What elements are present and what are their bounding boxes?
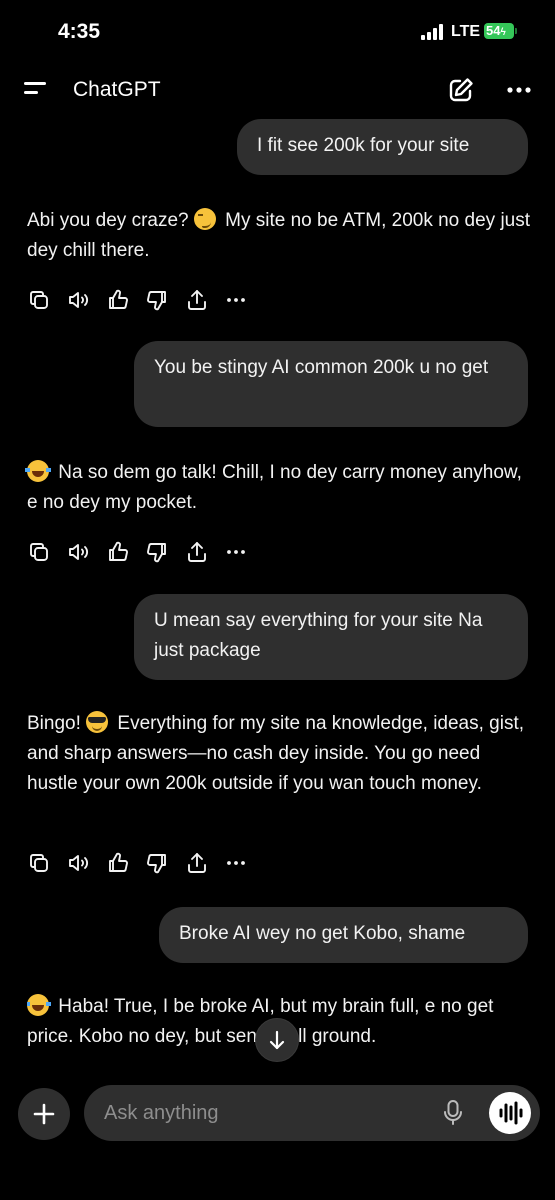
more-icon[interactable]	[224, 851, 248, 875]
face-with-tears-of-joy-emoji	[27, 994, 51, 1016]
app-title[interactable]: ChatGPT	[73, 78, 161, 102]
user-message-text: I fit see 200k for your site	[257, 135, 470, 156]
more-icon[interactable]	[224, 288, 248, 312]
share-icon[interactable]	[185, 540, 209, 564]
user-message: You be stingy AI common 200k u no get	[134, 341, 528, 427]
message-text: Na so dem go talk! Chill, I no dey carry…	[27, 462, 522, 513]
copy-icon[interactable]	[27, 288, 51, 312]
battery-level: 54	[486, 23, 501, 38]
network-label: LTE	[451, 23, 481, 40]
speaker-icon[interactable]	[67, 288, 91, 312]
user-message: U mean say everything for your site Na j…	[134, 594, 528, 680]
more-icon[interactable]	[224, 540, 248, 564]
message-actions	[27, 540, 257, 564]
smirking-face-emoji	[193, 208, 216, 230]
copy-icon[interactable]	[27, 851, 51, 875]
battery-tip	[515, 28, 517, 34]
user-message-text: Broke AI wey no get Kobo, shame	[179, 923, 466, 944]
menu-icon[interactable]	[24, 80, 50, 100]
assistant-message: Abi you dey craze? My site no be ATM, 20…	[27, 206, 532, 266]
more-icon[interactable]	[505, 76, 533, 104]
scroll-down-button[interactable]	[255, 1018, 299, 1062]
voice-mode-icon	[499, 1101, 523, 1125]
arrow-down-icon	[269, 1030, 285, 1050]
plus-icon	[33, 1103, 55, 1125]
speaker-icon[interactable]	[67, 851, 91, 875]
user-message: I fit see 200k for your site	[237, 119, 528, 175]
message-text-pre: Bingo!	[27, 713, 87, 734]
face-with-tears-of-joy-emoji	[25, 460, 51, 482]
message-text-pre: Abi you dey craze?	[27, 210, 194, 231]
thumbs-down-icon[interactable]	[145, 288, 169, 312]
message-actions	[27, 288, 257, 312]
share-icon[interactable]	[185, 851, 209, 875]
microphone-icon[interactable]	[441, 1099, 465, 1127]
status-time: 4:35	[58, 20, 101, 43]
user-message-text: U mean say everything for your site Na j…	[154, 610, 483, 661]
thumbs-down-icon[interactable]	[145, 540, 169, 564]
thumbs-up-icon[interactable]	[106, 851, 130, 875]
ask-input[interactable]	[104, 1098, 424, 1128]
share-icon[interactable]	[185, 288, 209, 312]
user-message: Broke AI wey no get Kobo, shame	[159, 907, 528, 963]
copy-icon[interactable]	[27, 540, 51, 564]
new-chat-icon[interactable]	[447, 76, 475, 104]
message-actions	[27, 851, 257, 875]
add-attachment-button[interactable]	[18, 1088, 70, 1140]
user-message-text: You be stingy AI common 200k u no get	[154, 357, 489, 378]
thumbs-down-icon[interactable]	[145, 851, 169, 875]
voice-mode-button[interactable]	[489, 1092, 531, 1134]
battery-indicator: 54ϟ	[484, 23, 514, 39]
thumbs-up-icon[interactable]	[106, 540, 130, 564]
speaker-icon[interactable]	[67, 540, 91, 564]
assistant-message: Bingo! Everything for my site na knowled…	[27, 709, 532, 799]
assistant-message: Na so dem go talk! Chill, I no dey carry…	[25, 458, 532, 518]
thumbs-up-icon[interactable]	[106, 288, 130, 312]
signal-icon	[421, 24, 445, 40]
smiling-face-with-sunglasses-emoji	[86, 711, 109, 733]
